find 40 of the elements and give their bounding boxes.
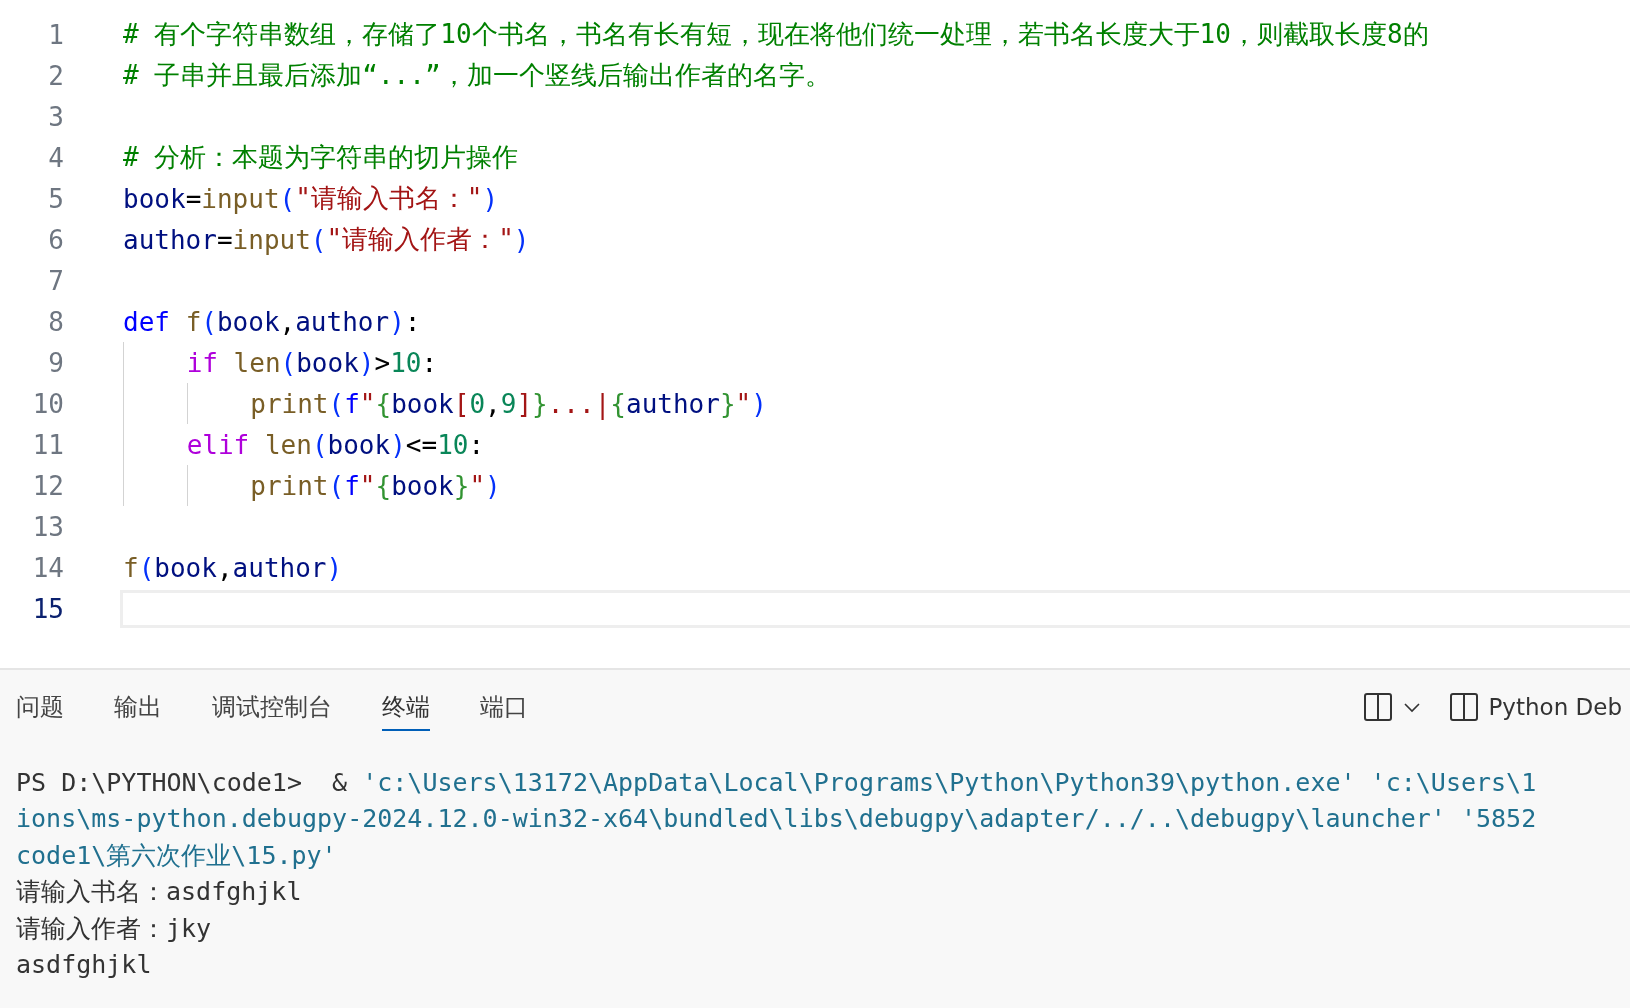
terminal-line: PS D:\PYTHON\code1> & 'c:\Users\13172\AppData\Local\Programs\Python\Python39\python.exe' 'c:\Users\1 bbox=[16, 767, 1537, 797]
panel-tab[interactable]: 端口 bbox=[480, 683, 528, 731]
code-line: if len(book)>10: bbox=[123, 342, 438, 383]
panel-tab[interactable]: 问题 bbox=[16, 683, 64, 731]
code-line: elif len(book)<=10: bbox=[123, 424, 485, 465]
code-line: print(f"{book[0,9]}...|{author}") bbox=[123, 383, 767, 424]
code-line: f(book,author) bbox=[123, 552, 343, 583]
terminal-line: asdfghjkl bbox=[16, 950, 152, 980]
code-line: # 子串并且最后添加“...”，加一个竖线后输出作者的名字。 bbox=[123, 59, 831, 92]
code-line: # 分析：本题为字符串的切片操作 bbox=[123, 141, 519, 174]
line-number: 10 bbox=[31, 388, 64, 419]
terminal-line: code1\第六次作业\15.py' bbox=[16, 839, 337, 872]
terminal-name[interactable]: Python Deb bbox=[1488, 694, 1622, 720]
code-line: book=input("请输入书名：") bbox=[123, 182, 499, 216]
split-terminal-icon[interactable] bbox=[1362, 692, 1393, 722]
terminal-line: ions\ms-python.debugpy-2024.12.0-win32-x64\bundled\libs\debugpy\adapter/../..\debugpy\launcher' '5852 bbox=[16, 804, 1537, 834]
line-number: 13 bbox=[31, 511, 64, 542]
line-number: 6 bbox=[47, 224, 64, 255]
line-number: 8 bbox=[47, 306, 64, 337]
panel-tab[interactable]: 输出 bbox=[114, 683, 162, 731]
terminal-line: 请输入书名：asdfghjkl bbox=[16, 876, 302, 909]
line-number: 11 bbox=[31, 429, 64, 460]
panel-tab[interactable]: 终端 bbox=[382, 683, 430, 731]
line-number: 9 bbox=[47, 347, 64, 378]
code-line: # 有个字符串数组，存储了10个书名，书名有长有短，现在将他们统一处理，若书名长度大于10，则截取长度8的 bbox=[123, 18, 1429, 51]
line-number: 5 bbox=[47, 183, 64, 214]
line-number: 7 bbox=[47, 265, 64, 296]
line-number: 14 bbox=[31, 552, 64, 583]
line-number: 12 bbox=[31, 470, 64, 501]
code-line: author=input("请输入作者：") bbox=[123, 223, 530, 257]
line-number: 2 bbox=[47, 60, 64, 91]
line-number: 3 bbox=[47, 101, 64, 132]
line-number: 1 bbox=[47, 19, 64, 50]
line-number: 4 bbox=[47, 142, 64, 173]
code-line: def f(book,author): bbox=[123, 306, 421, 337]
terminal-line: 请输入作者：jky bbox=[16, 912, 212, 945]
line-number: 15 bbox=[31, 593, 64, 624]
panel-tab[interactable]: 调试控制台 bbox=[212, 683, 332, 731]
chevron-down-icon[interactable] bbox=[1402, 701, 1421, 713]
code-line: print(f"{book}") bbox=[123, 465, 501, 506]
